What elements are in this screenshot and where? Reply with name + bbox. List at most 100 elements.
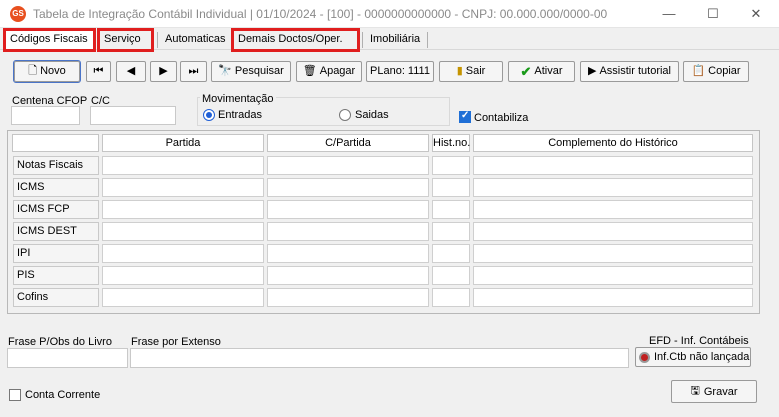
- copiar-button[interactable]: 📋 Copiar: [683, 61, 749, 82]
- sair-label: Sair: [465, 65, 486, 77]
- grid-cell[interactable]: [267, 200, 429, 219]
- gravar-label: Gravar: [703, 385, 738, 398]
- grid-row-header: IPI: [13, 244, 99, 263]
- grid-row-header: Notas Fiscais: [13, 156, 99, 175]
- grid-cell[interactable]: [473, 222, 753, 241]
- grid-cell[interactable]: [473, 178, 753, 197]
- save-icon: 🖫: [690, 385, 700, 397]
- grid-cell[interactable]: [267, 222, 429, 241]
- first-icon: ⏮: [93, 65, 104, 77]
- grid-cell[interactable]: [432, 288, 470, 307]
- grid-row-header: ICMS: [13, 178, 99, 197]
- copy-icon: 📋: [691, 65, 706, 77]
- centena-cfop-input[interactable]: [11, 106, 80, 125]
- grid-cell[interactable]: [267, 244, 429, 263]
- novo-label: Novo: [40, 65, 66, 77]
- binoculars-icon: 🔭: [218, 65, 232, 77]
- grid-cell[interactable]: [102, 222, 264, 241]
- sair-button[interactable]: ▮ Sair: [439, 61, 503, 82]
- column-header: Partida: [102, 134, 264, 152]
- saidas-radio[interactable]: [339, 109, 351, 121]
- efd-label: EFD - Inf. Contábeis: [649, 335, 749, 347]
- tab-demais-doctos[interactable]: Demais Doctos/Oper.: [231, 28, 360, 52]
- conta-corrente-checkbox[interactable]: [9, 389, 21, 401]
- plano-button[interactable]: PLano: 1111: [366, 61, 434, 82]
- new-document-icon: 🗋: [28, 65, 38, 77]
- frase-livro-label: Frase P/Obs do Livro: [8, 336, 112, 348]
- last-icon: ⏭: [188, 65, 199, 77]
- record-icon: [639, 351, 650, 363]
- inf-ctb-label: Inf.Ctb não lançada: [654, 351, 750, 363]
- frase-extenso-input[interactable]: [130, 348, 629, 368]
- trash-icon: 🗑: [302, 65, 317, 77]
- novo-button[interactable]: 🗋 Novo: [13, 60, 81, 83]
- apagar-label: Apagar: [319, 65, 356, 77]
- maximize-icon[interactable]: ☐: [698, 4, 728, 24]
- next-icon: ▶: [159, 65, 168, 77]
- saidas-label: Saidas: [355, 109, 389, 121]
- assistir-tutorial-button[interactable]: ▶ Assistir tutorial: [580, 61, 679, 82]
- inf-ctb-button[interactable]: Inf.Ctb não lançada: [635, 347, 751, 367]
- tab-strip-divider: [0, 49, 779, 50]
- apagar-button[interactable]: 🗑 Apagar: [296, 61, 362, 82]
- contabiliza-label: Contabiliza: [474, 112, 529, 124]
- minimize-icon[interactable]: —: [654, 4, 684, 24]
- frase-livro-input[interactable]: [7, 348, 128, 368]
- grid-cell[interactable]: [267, 156, 429, 175]
- exit-door-icon: ▮: [456, 65, 463, 77]
- grid-cell[interactable]: [432, 178, 470, 197]
- entradas-radio[interactable]: [203, 109, 215, 121]
- tab-separator: [157, 32, 158, 48]
- grid-cell[interactable]: [267, 266, 429, 285]
- column-header: Hist.no.: [432, 134, 470, 152]
- ativar-label: Ativar: [534, 65, 563, 77]
- grid-row-header: PIS: [13, 266, 99, 285]
- entradas-label: Entradas: [218, 109, 263, 121]
- grid-cell[interactable]: [102, 200, 264, 219]
- grid-corner: [12, 134, 99, 152]
- close-icon[interactable]: ✕: [741, 4, 771, 24]
- ativar-button[interactable]: ✔ Ativar: [508, 61, 575, 82]
- grid-cell[interactable]: [102, 266, 264, 285]
- contabiliza-checkbox[interactable]: [459, 110, 471, 123]
- grid-cell[interactable]: [473, 288, 753, 307]
- app-logo-icon: GS: [10, 6, 26, 22]
- column-header: Complemento do Histórico: [473, 134, 753, 152]
- grid-cell[interactable]: [432, 156, 470, 175]
- pesquisar-button[interactable]: 🔭 Pesquisar: [211, 61, 291, 82]
- column-header: C/Partida: [267, 134, 429, 152]
- previous-icon: ◀: [126, 65, 136, 77]
- grid-cell[interactable]: [102, 156, 264, 175]
- tab-imobiliaria[interactable]: Imobiliária: [366, 31, 422, 49]
- grid-cell[interactable]: [432, 266, 470, 285]
- grid-cell[interactable]: [102, 178, 264, 197]
- gravar-button[interactable]: 🖫 Gravar: [671, 380, 757, 403]
- tab-servico[interactable]: Serviço: [97, 28, 154, 52]
- previous-record-button[interactable]: ◀: [116, 61, 146, 82]
- grid-cell[interactable]: [432, 200, 470, 219]
- last-record-button[interactable]: ⏭: [180, 61, 207, 82]
- copiar-label: Copiar: [708, 65, 741, 77]
- frase-extenso-label: Frase por Extenso: [131, 336, 221, 348]
- pesquisar-label: Pesquisar: [234, 65, 284, 77]
- tab-codigos-fiscais[interactable]: Códigos Fiscais: [3, 28, 96, 52]
- grid-row-header: ICMS DEST: [13, 222, 99, 241]
- next-record-button[interactable]: ▶: [150, 61, 177, 82]
- grid-cell[interactable]: [432, 244, 470, 263]
- grid-cell[interactable]: [432, 222, 470, 241]
- tab-automaticas[interactable]: Automaticas: [161, 31, 229, 49]
- grid-cell[interactable]: [267, 178, 429, 197]
- grid-cell[interactable]: [102, 288, 264, 307]
- movimentacao-label: Movimentação: [200, 93, 276, 105]
- grid-cell[interactable]: [102, 244, 264, 263]
- tab-separator: [362, 32, 363, 48]
- tab-separator: [427, 32, 428, 48]
- first-record-button[interactable]: ⏮: [86, 61, 111, 82]
- grid-cell[interactable]: [473, 156, 753, 175]
- cc-input[interactable]: [90, 106, 176, 125]
- grid-cell[interactable]: [267, 288, 429, 307]
- grid-cell[interactable]: [473, 266, 753, 285]
- window-title: Tabela de Integração Contábil Individual…: [33, 7, 608, 21]
- grid-cell[interactable]: [473, 244, 753, 263]
- grid-cell[interactable]: [473, 200, 753, 219]
